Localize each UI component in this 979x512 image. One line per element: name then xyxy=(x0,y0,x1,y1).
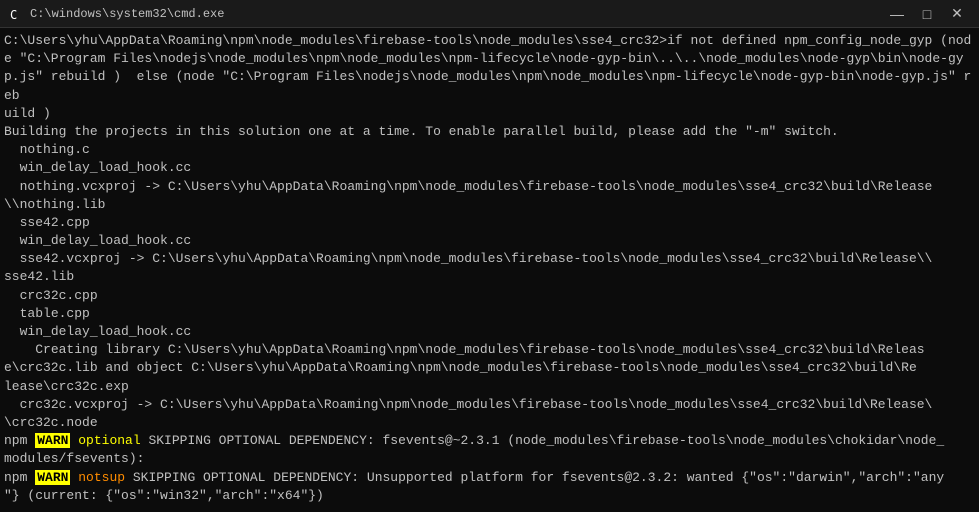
line-5: nothing.vcxproj -> C:\Users\yhu\AppData\… xyxy=(4,178,975,214)
close-button[interactable]: ✕ xyxy=(943,3,971,25)
line-6: sse42.cpp xyxy=(4,214,975,232)
line-14: npm WARN optional SKIPPING OPTIONAL DEPE… xyxy=(4,432,975,468)
maximize-button[interactable]: □ xyxy=(913,3,941,25)
cmd-icon: C xyxy=(8,6,24,22)
terminal-window: C:\Users\yhu\AppData\Roaming\npm\node_mo… xyxy=(0,28,979,512)
warn-label-notsup: WARN xyxy=(35,470,70,485)
line-12: Creating library C:\Users\yhu\AppData\Ro… xyxy=(4,341,975,396)
line-15: npm WARN notsup SKIPPING OPTIONAL DEPEND… xyxy=(4,469,975,505)
line-7: win_delay_load_hook.cc xyxy=(4,232,975,250)
warn-label-optional: WARN xyxy=(35,433,70,448)
line-10: table.cpp xyxy=(4,305,975,323)
line-9: crc32c.cpp xyxy=(4,287,975,305)
window-controls: — □ ✕ xyxy=(883,3,971,25)
line-2: Building the projects in this solution o… xyxy=(4,123,975,141)
line-4: win_delay_load_hook.cc xyxy=(4,159,975,177)
line-3: nothing.c xyxy=(4,141,975,159)
svg-text:C: C xyxy=(10,8,17,22)
line-13: crc32c.vcxproj -> C:\Users\yhu\AppData\R… xyxy=(4,396,975,432)
line-8: sse42.vcxproj -> C:\Users\yhu\AppData\Ro… xyxy=(4,250,975,286)
window-title: C:\windows\system32\cmd.exe xyxy=(30,7,224,21)
line-blank xyxy=(4,505,975,512)
line-11: win_delay_load_hook.cc xyxy=(4,323,975,341)
title-bar-left: C C:\windows\system32\cmd.exe xyxy=(8,6,224,22)
minimize-button[interactable]: — xyxy=(883,3,911,25)
line-1: C:\Users\yhu\AppData\Roaming\npm\node_mo… xyxy=(4,32,975,123)
title-bar: C C:\windows\system32\cmd.exe — □ ✕ xyxy=(0,0,979,28)
